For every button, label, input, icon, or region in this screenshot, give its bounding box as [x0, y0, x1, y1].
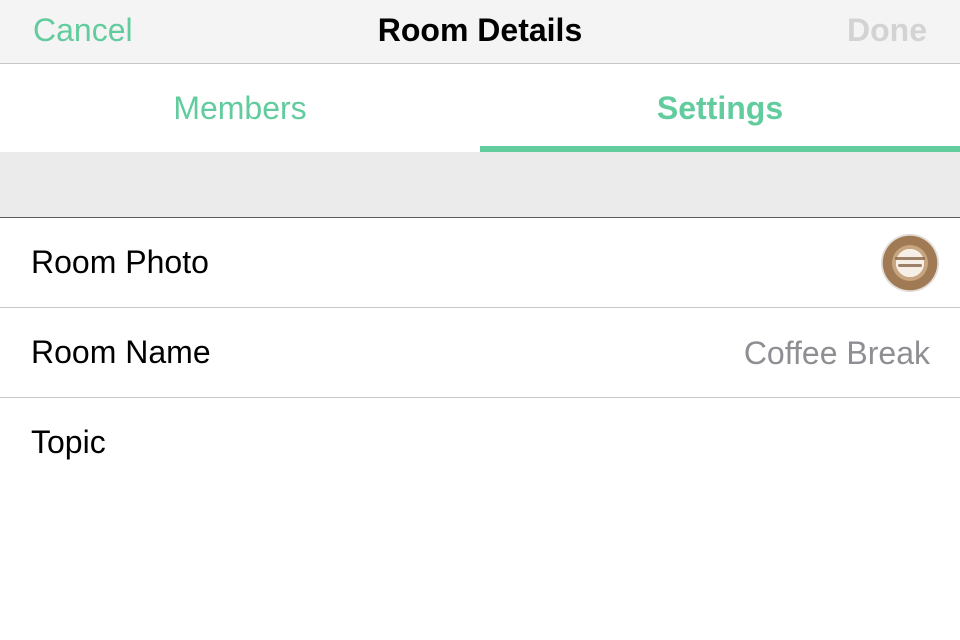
- room-name-label: Room Name: [31, 334, 211, 370]
- room-photo-label: Room Photo: [31, 244, 209, 280]
- topic-label: Topic: [31, 424, 106, 460]
- tab-members-label: Members: [173, 90, 307, 126]
- latte-art-line: [898, 264, 922, 267]
- page-title: Room Details: [377, 12, 583, 48]
- room-photo-avatar[interactable]: [881, 234, 939, 292]
- tab-members[interactable]: Members: [0, 64, 480, 152]
- topic-row[interactable]: Topic: [0, 398, 960, 508]
- section-separator: [0, 152, 960, 218]
- room-name-row[interactable]: Room Name Coffee Break: [0, 308, 960, 398]
- tab-settings-label: Settings: [656, 90, 784, 126]
- done-button[interactable]: Done: [847, 12, 927, 49]
- coffee-cup-image: [892, 245, 928, 281]
- tab-settings[interactable]: Settings: [480, 64, 960, 152]
- segmented-tabs: Members Settings: [0, 64, 960, 152]
- room-photo-row[interactable]: Room Photo: [0, 218, 960, 308]
- room-name-value[interactable]: Coffee Break: [744, 335, 930, 372]
- latte-art-line: [895, 257, 925, 260]
- navigation-bar: Cancel Room Details Done: [0, 0, 960, 64]
